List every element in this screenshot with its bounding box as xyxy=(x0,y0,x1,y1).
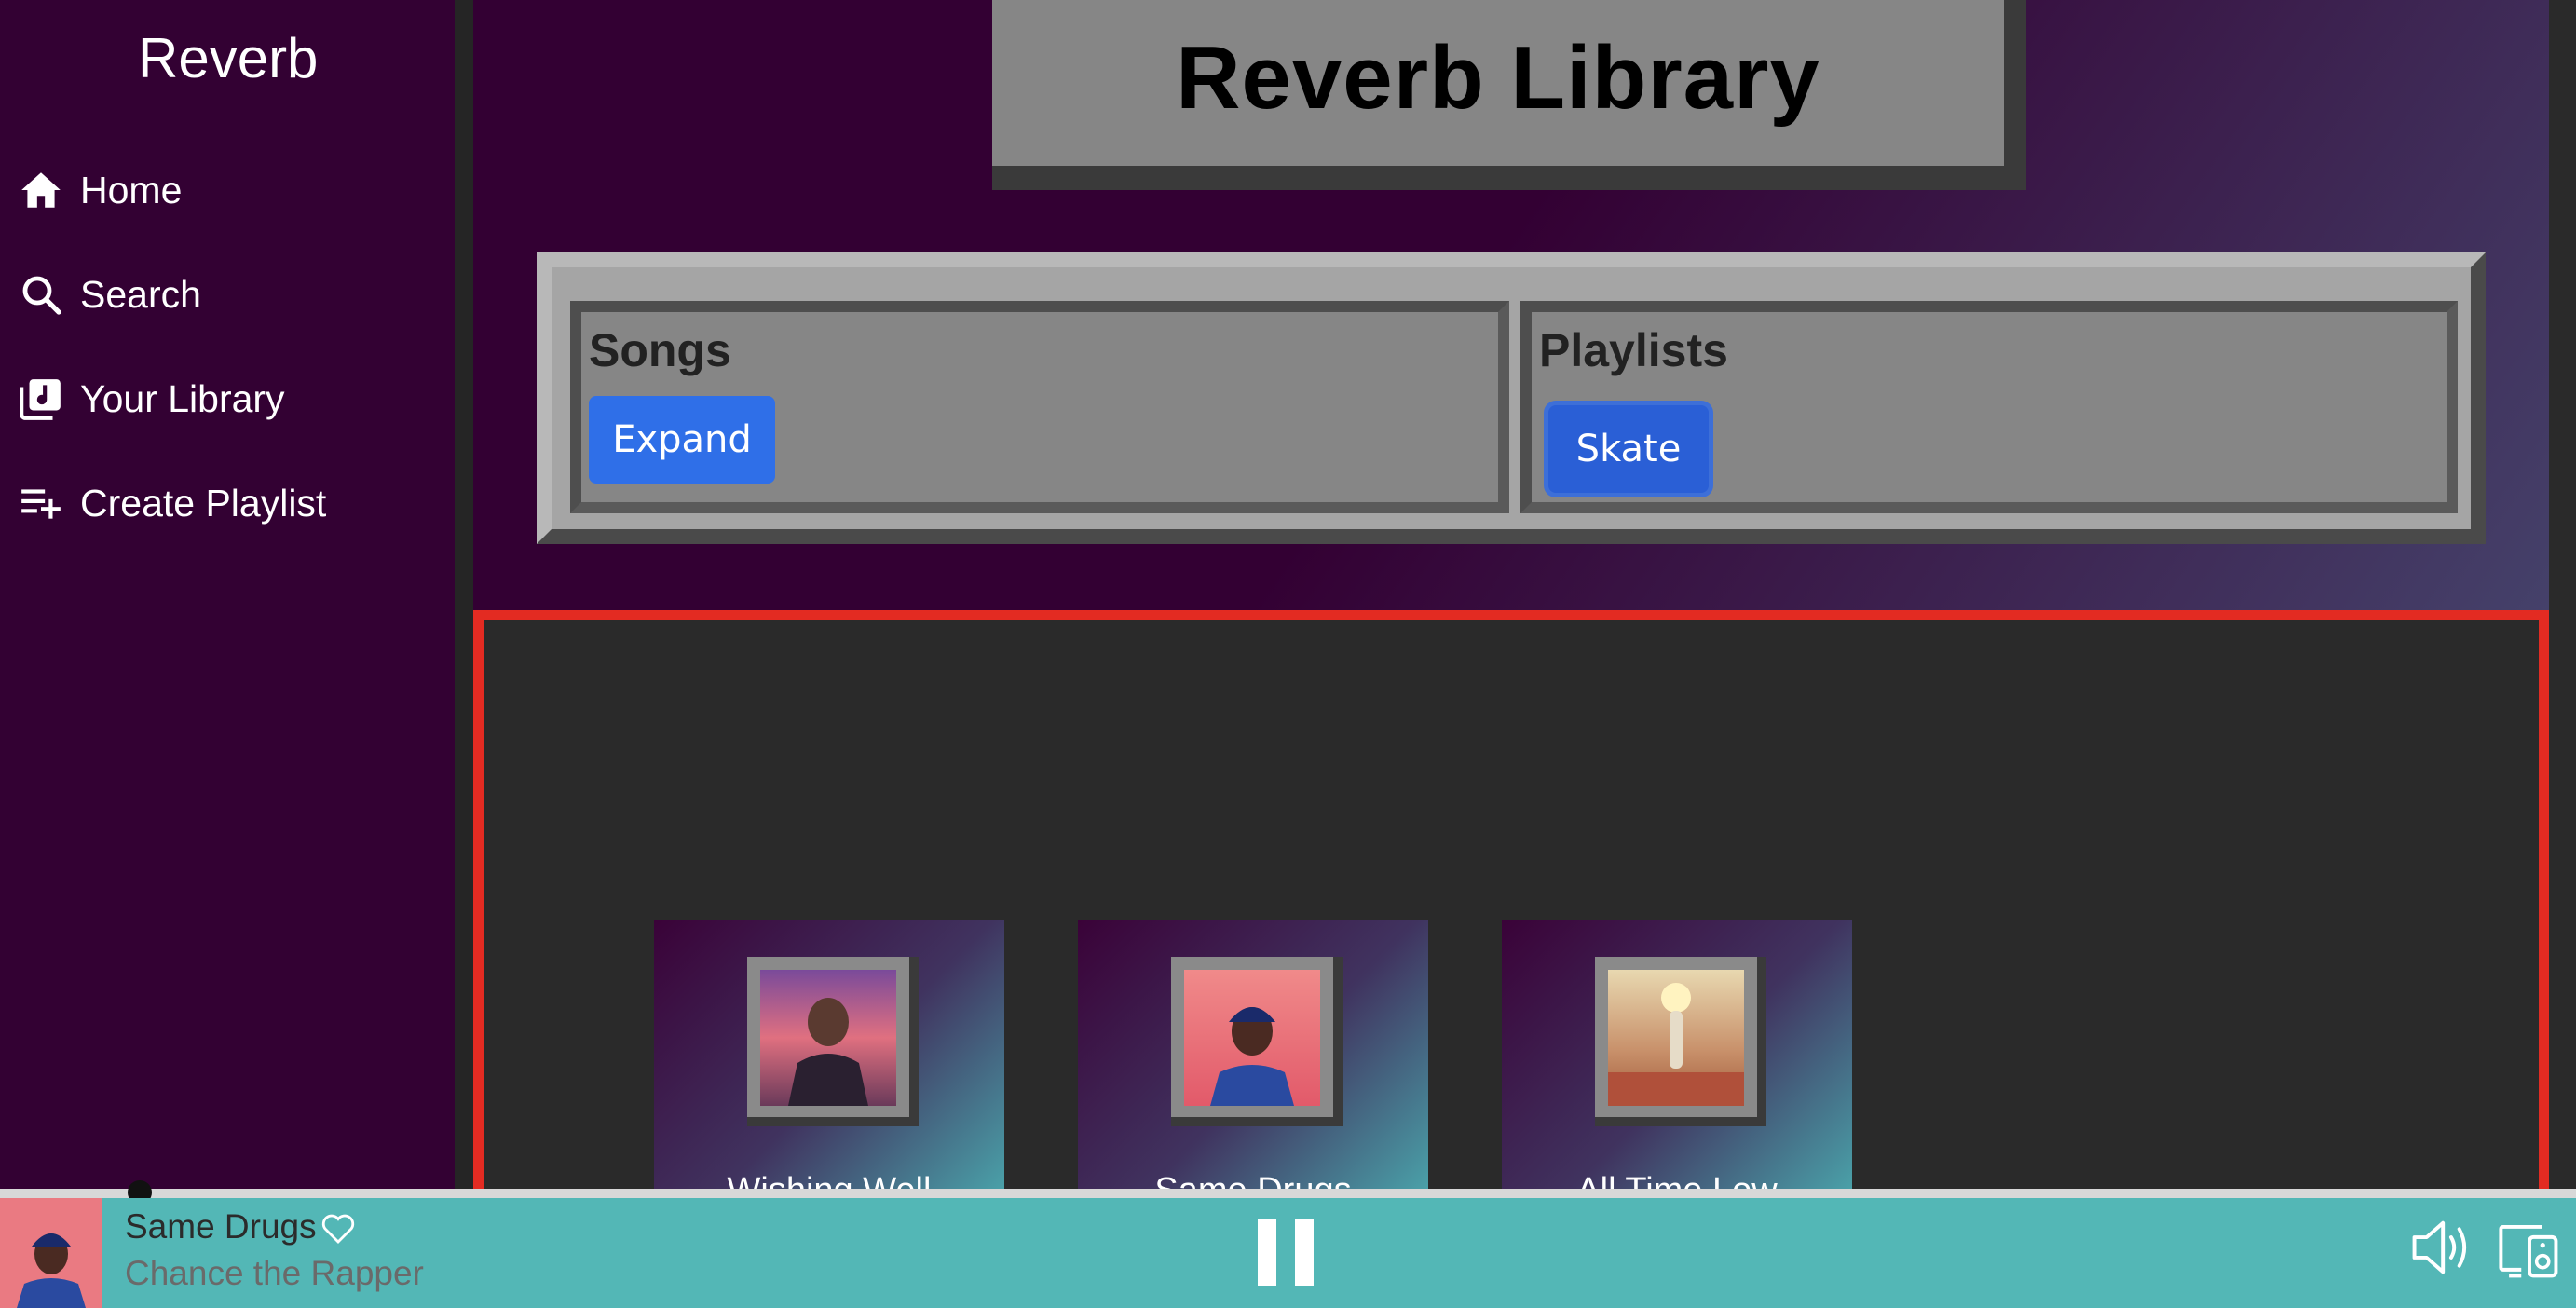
now-playing-artist: Chance the Rapper xyxy=(125,1254,424,1292)
volume-icon[interactable] xyxy=(2408,1217,2474,1278)
sidebar-item-label: Search xyxy=(80,272,201,316)
song-card-same-drugs[interactable]: Same Drugs xyxy=(1078,920,1428,1189)
now-playing-title: Same Drugs xyxy=(125,1207,317,1246)
album-art-image xyxy=(760,970,896,1106)
title-plaque: Reverb Library xyxy=(992,0,2026,190)
brand-logo: Reverb xyxy=(138,27,319,89)
playlist-add-icon xyxy=(17,479,65,527)
playlists-panel: Playlists Skate xyxy=(1520,301,2458,513)
pause-button[interactable] xyxy=(1258,1219,1317,1286)
sidebar-item-your-library[interactable]: Your Library xyxy=(17,371,285,427)
album-art-frame xyxy=(747,957,919,1126)
right-edge xyxy=(2549,0,2576,1189)
pause-icon xyxy=(1258,1219,1276,1286)
library-panels: Songs Expand Playlists Skate xyxy=(537,252,2486,544)
album-art-image xyxy=(1608,970,1744,1106)
sidebar-divider xyxy=(455,0,473,1189)
sidebar-item-create-playlist[interactable]: Create Playlist xyxy=(17,475,326,531)
home-icon xyxy=(17,166,65,214)
song-card-title: All Time Low xyxy=(1502,1171,1852,1189)
playlists-panel-title: Playlists xyxy=(1539,324,1728,376)
sidebar-item-label: Home xyxy=(80,168,183,211)
title-plaque-face: Reverb Library xyxy=(992,0,2004,166)
sidebar-item-search[interactable]: Search xyxy=(17,266,201,322)
devices-icon[interactable] xyxy=(2497,1219,2562,1280)
song-card-title: Same Drugs xyxy=(1078,1171,1428,1189)
song-card-wishing-well[interactable]: Wishing Well xyxy=(654,920,1004,1189)
playlist-skate-button[interactable]: Skate xyxy=(1548,405,1709,493)
player-bar: Same Drugs Chance the Rapper xyxy=(0,1198,2576,1308)
now-playing-album-art xyxy=(0,1198,102,1308)
songs-panel-title: Songs xyxy=(589,324,731,376)
songs-panel: Songs Expand xyxy=(570,301,1509,513)
library-icon xyxy=(17,375,65,423)
sidebar-item-label: Your Library xyxy=(80,376,285,420)
album-art-frame xyxy=(1171,957,1343,1126)
sidebar-item-home[interactable]: Home xyxy=(17,162,182,218)
sidebar-item-label: Create Playlist xyxy=(80,481,327,525)
heart-icon[interactable] xyxy=(319,1209,358,1248)
search-icon xyxy=(17,270,65,319)
sidebar: Reverb Home Search Your Library Create P… xyxy=(0,0,455,1189)
progress-track[interactable] xyxy=(0,1189,2576,1198)
album-art-frame xyxy=(1595,957,1766,1126)
song-card-title: Wishing Well xyxy=(654,1171,1004,1189)
panels-background: Songs Expand Playlists Skate xyxy=(552,267,2471,529)
expand-button[interactable]: Expand xyxy=(589,396,775,484)
page-title: Reverb Library xyxy=(1176,28,1820,128)
song-card-all-time-low[interactable]: All Time Low xyxy=(1502,920,1852,1189)
album-art-image xyxy=(1184,970,1320,1106)
